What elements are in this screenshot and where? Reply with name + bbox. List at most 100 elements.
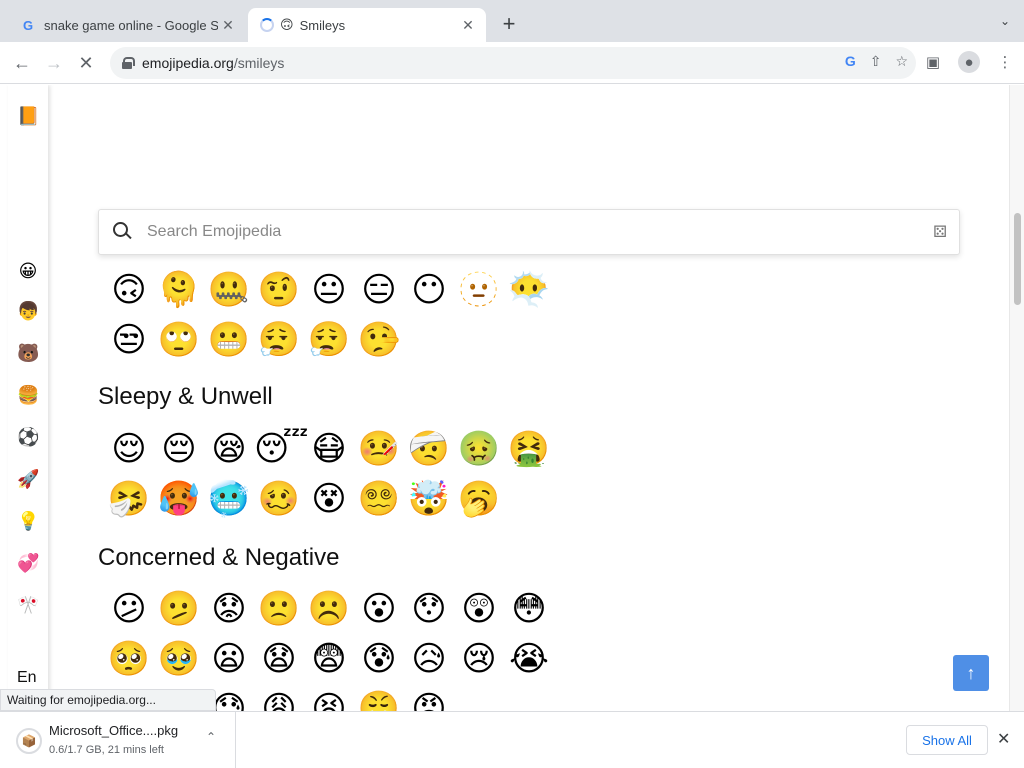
emoji-item[interactable]: 😐 — [304, 265, 354, 315]
sidebar-animals-icon[interactable]: 🐻 — [17, 342, 39, 364]
emojipedia-logo-icon[interactable]: 📙 — [17, 105, 39, 127]
show-all-button[interactable]: Show All — [906, 725, 988, 755]
sidebar-people-icon[interactable]: 👦 — [17, 300, 39, 322]
sidebar-travel-icon[interactable]: 🚀 — [17, 468, 39, 490]
emoji-item[interactable]: 😤 — [354, 684, 404, 711]
emoji-item[interactable]: 😰 — [354, 634, 404, 684]
emoji-item[interactable]: 🤨 — [254, 265, 304, 315]
loading-spinner-icon — [260, 18, 274, 32]
emoji-item[interactable]: 🥱 — [454, 474, 504, 524]
google-icon: G — [22, 17, 34, 33]
language-selector[interactable]: En — [17, 669, 37, 687]
emoji-item[interactable]: 😶 — [404, 265, 454, 315]
google-lens-icon[interactable]: G — [845, 53, 856, 70]
emoji-item[interactable]: 🤐 — [204, 265, 254, 315]
emoji-item[interactable]: 😵 — [304, 474, 354, 524]
emoji-item[interactable]: 🙁 — [254, 584, 304, 634]
sidebar-smileys-icon[interactable]: 😀 — [17, 260, 39, 282]
emoji-item[interactable]: 😫 — [304, 684, 354, 711]
emoji-item[interactable]: 😑 — [354, 265, 404, 315]
scroll-to-top-button[interactable]: ↑ — [953, 655, 989, 691]
emoji-item[interactable]: 😥 — [404, 634, 454, 684]
sidebar-symbols-icon[interactable]: 💞 — [17, 552, 39, 574]
emoji-item[interactable]: 🥴 — [254, 474, 304, 524]
close-icon[interactable]: ✕ — [997, 729, 1010, 749]
emoji-item[interactable]: 😨 — [304, 634, 354, 684]
search-bar[interactable]: ⚄ — [98, 209, 960, 255]
emoji-item[interactable]: ☹️ — [304, 584, 354, 634]
emoji-item[interactable]: 🥺 — [104, 634, 154, 684]
emoji-item[interactable]: 🤥 — [354, 315, 404, 365]
emoji-grid-sleepy: 😌 😔 😪 😴 😷 🤒 🤕 🤢 🤮 🤧 🥵 🥶 🥴 😵 😵‍💫 🤯 🥱 — [104, 424, 564, 524]
bookmark-star-icon[interactable]: ☆ — [895, 53, 908, 70]
emoji-item[interactable]: 🫠 — [154, 265, 204, 315]
page-scrollbar[interactable] — [1009, 85, 1024, 711]
emoji-item[interactable]: 😪 — [204, 424, 254, 474]
profile-avatar-icon[interactable]: ● — [958, 51, 980, 73]
package-file-icon: 📦 — [16, 728, 42, 754]
emoji-item[interactable]: 🤧 — [104, 474, 154, 524]
emoji-item[interactable]: 😬 — [204, 315, 254, 365]
download-item[interactable]: 📦 Microsoft_Office....pkg 0.6/1.7 GB, 21… — [8, 712, 236, 768]
tab-search-chevron-icon[interactable]: ⌄ — [1000, 14, 1010, 28]
emoji-item[interactable]: 😒 — [104, 315, 154, 365]
search-input[interactable] — [147, 223, 934, 241]
section-heading-concerned: Concerned & Negative — [98, 544, 340, 571]
emoji-item[interactable]: 😟 — [204, 584, 254, 634]
emoji-item[interactable]: 😮 — [354, 584, 404, 634]
scrollbar-thumb[interactable] — [1014, 213, 1021, 305]
sidebar-activities-icon[interactable]: ⚽ — [17, 426, 39, 448]
emoji-item[interactable]: 😲 — [454, 584, 504, 634]
emoji-item[interactable]: 😯 — [404, 584, 454, 634]
emoji-item[interactable]: 😦 — [204, 634, 254, 684]
sidebar-flags-icon[interactable]: 🎌 — [17, 594, 39, 616]
emoji-item[interactable]: 🙃 — [104, 265, 154, 315]
emoji-item[interactable]: 😭 — [504, 634, 554, 684]
emoji-item[interactable]: 😕 — [104, 584, 154, 634]
emoji-item[interactable]: 😵‍💫 — [354, 474, 404, 524]
search-icon — [113, 222, 133, 242]
random-dice-icon[interactable]: ⚄ — [933, 222, 947, 242]
emoji-item[interactable]: 😩 — [254, 684, 304, 711]
emoji-item[interactable]: 🥵 — [154, 474, 204, 524]
chevron-up-icon[interactable]: ⌃ — [206, 730, 216, 744]
emoji-item[interactable]: 🥶 — [204, 474, 254, 524]
download-progress-text: 0.6/1.7 GB, 21 mins left — [49, 744, 164, 756]
tab-strip: G snake game online - Google Se ✕ 🙃 Smil… — [0, 0, 1024, 42]
emoji-item[interactable]: 🤒 — [354, 424, 404, 474]
url-domain: emojipedia.org — [142, 55, 234, 71]
sidebar-objects-icon[interactable]: 💡 — [17, 510, 39, 532]
emoji-item[interactable]: 🫤 — [154, 584, 204, 634]
emoji-item[interactable]: 🫥 — [454, 265, 504, 315]
emoji-item[interactable]: 😮‍💨 — [304, 315, 354, 365]
emoji-item[interactable]: 😌 — [104, 424, 154, 474]
emoji-item[interactable]: 😮‍💨 — [254, 315, 304, 365]
new-tab-button[interactable]: + — [498, 13, 520, 35]
emoji-item[interactable]: 🙄 — [154, 315, 204, 365]
emoji-item[interactable]: 😢 — [454, 634, 504, 684]
kebab-menu-icon[interactable]: ⋮ — [994, 51, 1016, 73]
tab-google[interactable]: G snake game online - Google Se ✕ — [8, 8, 246, 42]
emoji-item[interactable]: 🥹 — [154, 634, 204, 684]
back-button[interactable]: ← — [10, 51, 34, 75]
side-panel-icon[interactable]: ▣ — [922, 51, 944, 73]
emoji-item[interactable]: 😷 — [304, 424, 354, 474]
stop-loading-button[interactable]: ✕ — [74, 51, 98, 75]
sidebar-food-icon[interactable]: 🍔 — [17, 384, 39, 406]
emoji-item[interactable]: 😴 — [254, 424, 309, 474]
emoji-item[interactable]: 😡 — [404, 684, 454, 711]
tab-smileys[interactable]: 🙃 Smileys ✕ — [248, 8, 486, 42]
emoji-item[interactable]: 😳 — [504, 584, 554, 634]
emoji-item[interactable]: 🤮 — [504, 424, 554, 474]
close-icon[interactable]: ✕ — [458, 15, 478, 35]
forward-button[interactable]: → — [42, 51, 66, 75]
share-icon[interactable]: ⇧ — [870, 53, 882, 70]
emoji-item[interactable]: 🤕 — [404, 424, 454, 474]
emoji-item[interactable]: 😶‍🌫️ — [504, 265, 554, 315]
address-bar[interactable]: emojipedia.org/smileys G ⇧ ☆ — [110, 47, 916, 79]
emoji-item[interactable]: 😧 — [254, 634, 304, 684]
emoji-item[interactable]: 😔 — [154, 424, 204, 474]
emoji-item[interactable]: 🤢 — [454, 424, 504, 474]
emoji-item[interactable]: 🤯 — [404, 474, 454, 524]
close-icon[interactable]: ✕ — [218, 15, 238, 35]
